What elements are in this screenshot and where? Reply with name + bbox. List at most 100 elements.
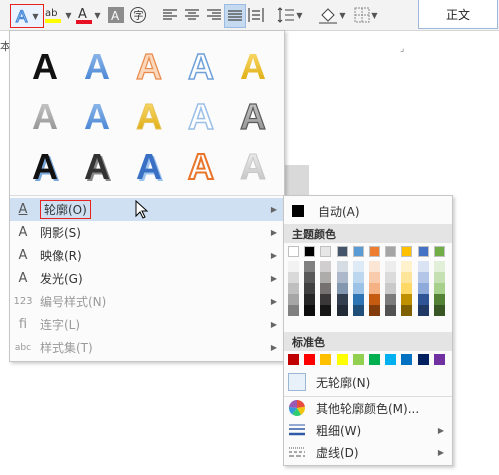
theme-color-swatch[interactable] — [385, 246, 397, 257]
theme-shade-swatch[interactable] — [288, 294, 299, 305]
text-effect-preset-11[interactable]: A — [32, 146, 58, 187]
no-outline-item[interactable]: 无轮廓(N) — [284, 370, 452, 394]
theme-shade-swatch[interactable] — [369, 305, 380, 316]
theme-shade-swatch[interactable] — [417, 283, 429, 294]
theme-color-swatch[interactable] — [336, 246, 348, 257]
align-right-button[interactable] — [204, 4, 224, 26]
align-center-button[interactable] — [182, 4, 202, 26]
theme-shade-swatch[interactable] — [304, 261, 316, 272]
theme-shade-swatch[interactable] — [433, 283, 445, 294]
char-shading-button[interactable]: A — [106, 4, 126, 26]
dashes-item[interactable]: 虚线(D) ▶ — [284, 441, 452, 463]
standard-color-swatch[interactable] — [320, 354, 332, 365]
align-left-button[interactable] — [160, 4, 180, 26]
theme-color-swatch[interactable] — [401, 246, 413, 257]
theme-color-swatch[interactable] — [433, 246, 445, 257]
theme-shade-swatch[interactable] — [336, 272, 348, 283]
theme-shade-swatch[interactable] — [433, 294, 445, 305]
theme-shade-swatch[interactable] — [304, 272, 316, 283]
theme-color-swatch[interactable] — [304, 246, 316, 257]
borders-button[interactable]: ▼ — [352, 4, 380, 26]
effects-menu-item-2[interactable]: A 阴影(S) ▶ — [10, 221, 284, 244]
enclose-char-button[interactable]: 字 — [128, 4, 148, 26]
style-normal[interactable]: 正文 — [418, 0, 498, 29]
theme-shade-swatch[interactable] — [288, 305, 299, 316]
standard-color-swatch[interactable] — [385, 354, 397, 365]
theme-shade-swatch[interactable] — [320, 305, 332, 316]
standard-color-swatch[interactable] — [433, 354, 445, 365]
text-effect-preset-3[interactable]: A — [135, 45, 162, 87]
standard-color-swatch[interactable] — [288, 354, 299, 365]
theme-shade-swatch[interactable] — [433, 305, 445, 316]
theme-color-swatch[interactable] — [288, 246, 299, 257]
theme-shade-swatch[interactable] — [304, 305, 316, 316]
effects-menu-item-6[interactable]: fi 连字(L) ▶ — [10, 313, 284, 336]
theme-shade-swatch[interactable] — [417, 294, 429, 305]
theme-shade-swatch[interactable] — [401, 305, 413, 316]
theme-color-swatch[interactable] — [369, 246, 380, 257]
text-effect-preset-10[interactable]: A — [239, 95, 266, 137]
font-color-button[interactable]: A ▼ — [74, 4, 102, 26]
highlight-button[interactable]: ab ▼ — [44, 4, 72, 26]
text-effects-button[interactable]: A ▼ — [10, 4, 44, 28]
effects-menu-item-5[interactable]: 123 编号样式(N) ▶ — [10, 290, 284, 313]
effects-menu-item-7[interactable]: abc 样式集(T) ▶ — [10, 336, 284, 359]
text-effect-preset-4[interactable]: A — [187, 45, 215, 88]
theme-shade-swatch[interactable] — [369, 261, 380, 272]
standard-color-swatch[interactable] — [401, 354, 413, 365]
theme-shade-swatch[interactable] — [385, 283, 397, 294]
theme-shade-swatch[interactable] — [401, 283, 413, 294]
text-effect-preset-9[interactable]: A — [187, 95, 215, 138]
theme-shade-swatch[interactable] — [336, 283, 348, 294]
theme-shade-swatch[interactable] — [417, 305, 429, 316]
theme-shade-swatch[interactable] — [288, 261, 299, 272]
theme-shade-swatch[interactable] — [417, 261, 429, 272]
effects-menu-item-4[interactable]: A 发光(G) ▶ — [10, 267, 284, 290]
shading-button[interactable]: ▼ — [316, 4, 348, 26]
text-effect-preset-14[interactable]: A — [187, 145, 215, 188]
distribute-button[interactable] — [246, 4, 266, 26]
theme-shade-swatch[interactable] — [320, 283, 332, 294]
line-spacing-button[interactable]: ▼ — [276, 4, 304, 26]
theme-shade-swatch[interactable] — [336, 261, 348, 272]
theme-shade-swatch[interactable] — [385, 305, 397, 316]
text-effect-preset-8[interactable]: A — [136, 96, 163, 138]
text-effect-preset-1[interactable]: A — [32, 46, 58, 87]
theme-shade-swatch[interactable] — [433, 261, 445, 272]
theme-shade-swatch[interactable] — [288, 272, 299, 283]
standard-color-swatch[interactable] — [417, 354, 429, 365]
standard-color-swatch[interactable] — [369, 354, 380, 365]
more-colors-item[interactable]: 其他轮廓颜色(M)... — [284, 397, 452, 419]
auto-color-item[interactable]: 自动(A) — [284, 200, 452, 222]
theme-shade-swatch[interactable] — [352, 272, 364, 283]
theme-shade-swatch[interactable] — [288, 283, 299, 294]
text-effect-preset-5[interactable]: A — [240, 46, 266, 87]
theme-color-swatch[interactable] — [417, 246, 429, 257]
theme-shade-swatch[interactable] — [433, 272, 445, 283]
justify-button[interactable] — [224, 4, 246, 28]
dialog-launcher-icon[interactable]: ⌟ — [400, 44, 404, 54]
theme-shade-swatch[interactable] — [369, 283, 380, 294]
theme-shade-swatch[interactable] — [352, 294, 364, 305]
theme-shade-swatch[interactable] — [352, 283, 364, 294]
theme-shade-swatch[interactable] — [369, 272, 380, 283]
theme-shade-swatch[interactable] — [401, 272, 413, 283]
theme-shade-swatch[interactable] — [401, 261, 413, 272]
text-effect-preset-15[interactable]: A — [240, 146, 267, 188]
standard-color-swatch[interactable] — [336, 354, 348, 365]
standard-color-swatch[interactable] — [304, 354, 316, 365]
theme-shade-swatch[interactable] — [385, 272, 397, 283]
standard-color-swatch[interactable] — [352, 354, 364, 365]
theme-shade-swatch[interactable] — [304, 283, 316, 294]
text-effect-preset-7[interactable]: A — [84, 96, 110, 137]
theme-shade-swatch[interactable] — [336, 294, 348, 305]
theme-shade-swatch[interactable] — [320, 272, 332, 283]
theme-shade-swatch[interactable] — [336, 305, 348, 316]
theme-shade-swatch[interactable] — [385, 294, 397, 305]
theme-shade-swatch[interactable] — [304, 294, 316, 305]
theme-shade-swatch[interactable] — [352, 305, 364, 316]
theme-shade-swatch[interactable] — [352, 261, 364, 272]
text-effect-preset-2[interactable]: A — [84, 46, 110, 87]
theme-shade-swatch[interactable] — [401, 294, 413, 305]
effects-menu-item-3[interactable]: A 映像(R) ▶ — [10, 244, 284, 267]
